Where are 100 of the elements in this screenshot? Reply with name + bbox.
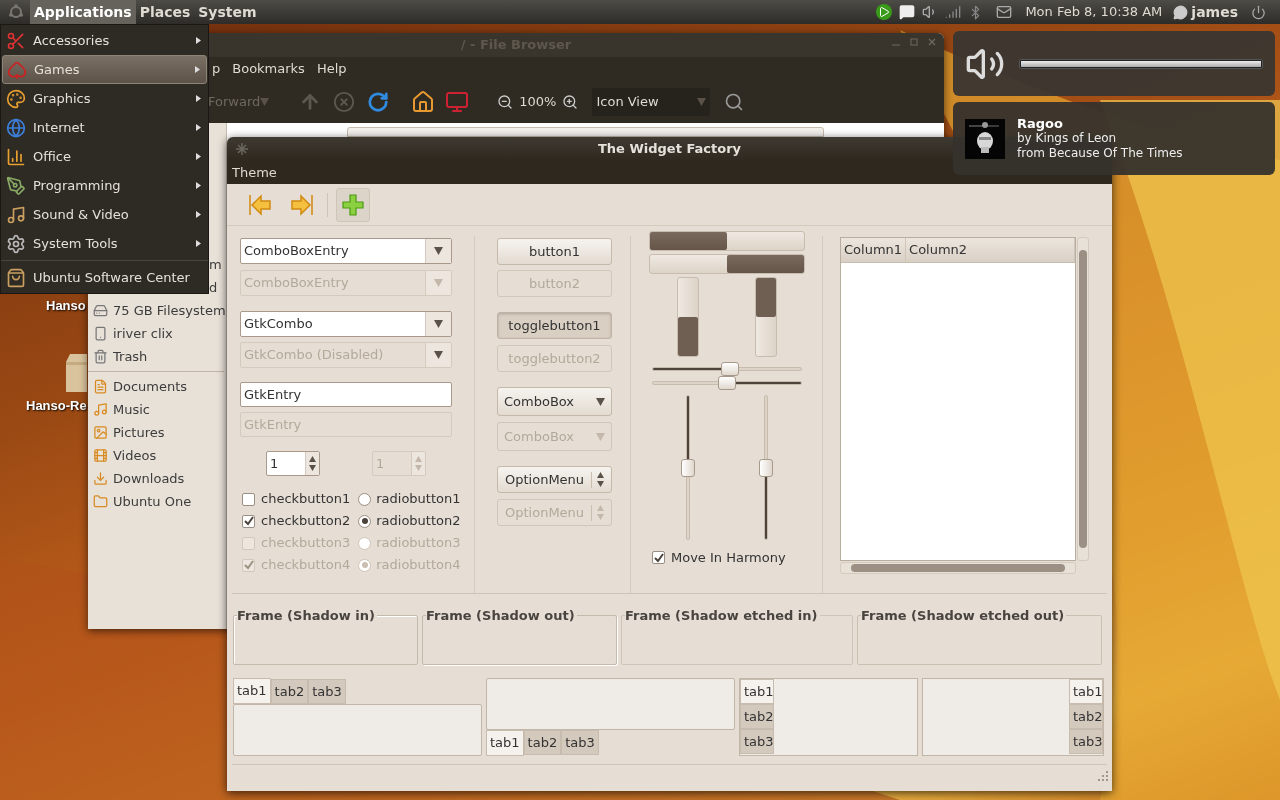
close-icon[interactable]	[928, 38, 936, 46]
sidebar-item[interactable]: Pictures	[88, 421, 226, 444]
tab[interactable]: tab3	[561, 730, 599, 755]
menu-item[interactable]: Office	[2, 142, 207, 171]
ubuntu-logo-icon[interactable]	[8, 4, 24, 20]
view-dropdown[interactable]: Icon View	[592, 88, 711, 116]
first-arrow-icon	[248, 193, 272, 216]
desktop-icon-label[interactable]: Hanso-Re	[26, 398, 87, 413]
computer-icon[interactable]	[445, 90, 470, 114]
slider-thumb[interactable]	[759, 458, 773, 477]
window-menu-icon[interactable]	[236, 143, 248, 155]
stop-icon[interactable]	[333, 91, 356, 113]
menu-bar-item[interactable]: Theme	[232, 162, 277, 183]
tab[interactable]: tab2	[740, 704, 774, 729]
zoom-level: 100%	[519, 93, 557, 112]
dropdown-arrow-icon	[434, 351, 443, 359]
plus-icon	[342, 193, 364, 216]
desktop-icon-label[interactable]: Hanso	[46, 298, 86, 313]
place-icon	[93, 326, 108, 341]
maximize-icon[interactable]	[910, 38, 918, 46]
search-icon[interactable]	[724, 92, 745, 112]
submenu-arrow-icon	[195, 66, 200, 73]
tab[interactable]: tab3	[1069, 729, 1103, 754]
slider-thumb[interactable]	[718, 376, 736, 390]
resize-grip-icon[interactable]	[1098, 771, 1108, 781]
option-menu[interactable]: OptionMenu	[497, 466, 612, 493]
place-icon	[93, 494, 108, 509]
play-icon[interactable]	[876, 4, 893, 20]
zoom-out-icon[interactable]	[497, 94, 514, 110]
zoom-in-icon[interactable]	[562, 94, 579, 110]
tab[interactable]: tab1	[486, 730, 524, 756]
panel-menu[interactable]: System	[194, 0, 261, 24]
tab[interactable]: tab2	[1069, 704, 1103, 729]
menu-item[interactable]: System Tools	[2, 229, 207, 258]
combo-box[interactable]: ComboBox	[497, 387, 612, 416]
reload-icon[interactable]	[367, 91, 390, 113]
tab[interactable]: tab1	[740, 679, 774, 704]
tab[interactable]: tab2	[270, 679, 309, 704]
home-folder-icon[interactable]	[411, 90, 436, 114]
submenu-arrow-icon	[196, 153, 201, 160]
dropdown-arrow-icon	[260, 98, 270, 106]
sidebar-item[interactable]: 75 GB Filesystem	[88, 299, 226, 322]
clock[interactable]: Mon Feb 8, 10:38 AM	[1025, 2, 1163, 22]
radio-label: radiobutton1	[376, 490, 461, 509]
checkbox-label: checkbutton2	[261, 512, 351, 531]
toggle-button[interactable]: togglebutton1	[497, 312, 612, 339]
user-name[interactable]: james	[1191, 1, 1238, 23]
toolbar-button[interactable]	[336, 187, 370, 222]
menu-bar-item[interactable]: Help	[316, 59, 347, 79]
menu-item[interactable]: Accessories	[2, 26, 207, 55]
spin-arrows-icon	[597, 472, 604, 487]
checkbox[interactable]	[242, 514, 255, 528]
menu-item[interactable]: Programming	[2, 171, 207, 200]
power-icon[interactable]	[1251, 4, 1266, 20]
vertical-scrollbar[interactable]	[1077, 237, 1089, 561]
radio-button[interactable]	[358, 514, 372, 528]
menu-bar-item[interactable]: Bookmarks	[232, 59, 305, 79]
panel-menu[interactable]: Places	[135, 0, 195, 24]
push-button[interactable]: button1	[497, 238, 612, 265]
tab[interactable]: tab3	[308, 679, 346, 704]
sidebar-item[interactable]: Ubuntu One	[88, 490, 226, 513]
submenu-arrow-icon	[196, 182, 201, 189]
sidebar-item[interactable]: Music	[88, 398, 226, 421]
chat-bubble-icon[interactable]	[1173, 4, 1189, 20]
tab[interactable]: tab3	[740, 729, 774, 754]
slider-thumb[interactable]	[681, 458, 695, 477]
sidebar-item[interactable]: Downloads	[88, 467, 226, 490]
checkbox[interactable]	[652, 551, 665, 565]
radio-button[interactable]	[358, 492, 372, 506]
package-icon[interactable]	[64, 354, 87, 392]
spin-field[interactable]: 1	[266, 451, 320, 476]
mail-icon[interactable]	[996, 4, 1013, 20]
sidebar-item[interactable]: Documents	[88, 375, 226, 398]
window-title: The Widget Factory	[597, 140, 742, 159]
menu-item[interactable]: Graphics	[2, 84, 207, 113]
combo-entry[interactable]: GtkCombo	[240, 311, 452, 337]
menu-item[interactable]: Games	[2, 55, 207, 84]
menu-item[interactable]: Internet	[2, 113, 207, 142]
text-field[interactable]: GtkEntry	[240, 382, 452, 407]
app-category-icon	[6, 233, 26, 254]
tab[interactable]: tab1	[233, 678, 271, 704]
sidebar-item[interactable]: Videos	[88, 444, 226, 467]
sidebar-item[interactable]: iriver clix	[88, 322, 226, 345]
sidebar-item[interactable]: Trash	[88, 345, 226, 368]
last-arrow-icon	[290, 193, 314, 216]
column-header[interactable]: Column2	[906, 238, 1075, 262]
chat-icon[interactable]	[899, 4, 916, 20]
combo-entry[interactable]: ComboBoxEntry	[240, 238, 452, 264]
horizontal-scrollbar[interactable]	[840, 562, 1076, 574]
menu-item[interactable]: Sound & Video	[2, 200, 207, 229]
column-header[interactable]: Column1	[841, 238, 907, 262]
panel-menu[interactable]: Applications	[30, 0, 136, 24]
dropdown-arrow-icon	[434, 279, 443, 287]
tab[interactable]: tab1	[1069, 679, 1103, 704]
slider-thumb[interactable]	[720, 362, 739, 376]
menu-item[interactable]: Ubuntu Software Center	[2, 263, 207, 292]
tab[interactable]: tab2	[523, 730, 562, 755]
menu-bar-item[interactable]: p	[212, 59, 221, 79]
signal-icon[interactable]	[945, 4, 962, 20]
checkbox[interactable]	[242, 492, 255, 506]
